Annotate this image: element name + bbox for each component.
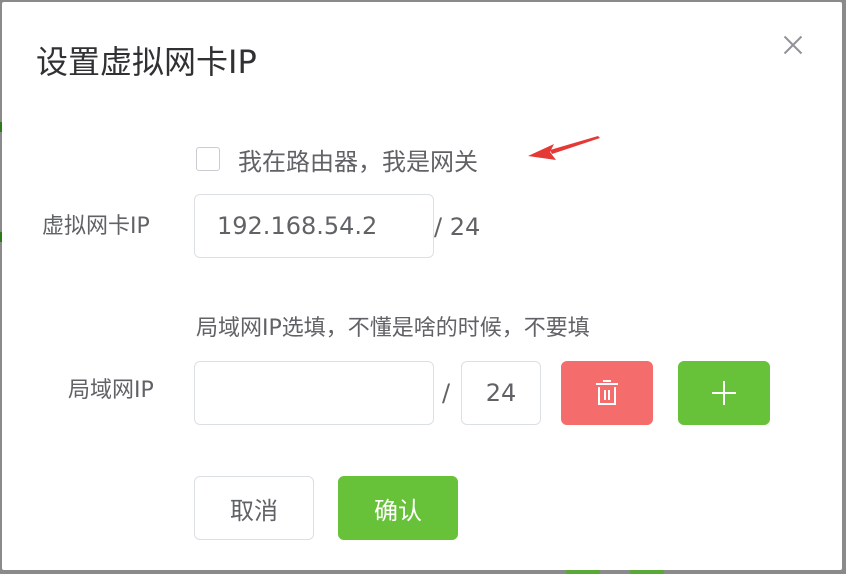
close-icon[interactable] xyxy=(780,32,806,58)
lan-mask-slash: / xyxy=(442,379,451,407)
virtual-nic-dialog: 设置虚拟网卡IP 我在路由器，我是网关 虚拟网卡IP 192.168.54.2 … xyxy=(2,2,842,570)
confirm-button-label: 确认 xyxy=(374,496,422,525)
virtual-nic-ip-input[interactable]: 192.168.54.2 xyxy=(194,194,434,258)
add-lan-button[interactable] xyxy=(678,361,770,425)
trash-icon xyxy=(596,380,618,405)
virtual-nic-label: 虚拟网卡IP xyxy=(42,214,150,239)
cancel-button-label: 取消 xyxy=(230,496,278,525)
virtual-nic-mask-text: / 24 xyxy=(434,213,481,241)
lan-ip-label: 局域网IP xyxy=(68,378,154,403)
virtual-nic-ip-value: 192.168.54.2 xyxy=(217,212,378,240)
lan-mask-value: 24 xyxy=(485,379,517,407)
gateway-checkbox[interactable] xyxy=(196,147,220,171)
lan-hint-text: 局域网IP选填，不懂是啥的时候，不要填 xyxy=(196,316,590,341)
delete-lan-button[interactable] xyxy=(561,361,653,425)
annotation-arrow-icon xyxy=(528,136,600,160)
dialog-title: 设置虚拟网卡IP xyxy=(36,43,257,81)
confirm-button[interactable]: 确认 xyxy=(338,476,458,540)
cancel-button[interactable]: 取消 xyxy=(194,476,314,540)
lan-mask-input[interactable]: 24 xyxy=(461,361,541,425)
lan-ip-input[interactable] xyxy=(194,361,434,425)
gateway-checkbox-label[interactable]: 我在路由器，我是网关 xyxy=(238,142,478,177)
plus-icon xyxy=(712,381,736,405)
gateway-option: 我在路由器，我是网关 xyxy=(196,139,478,179)
